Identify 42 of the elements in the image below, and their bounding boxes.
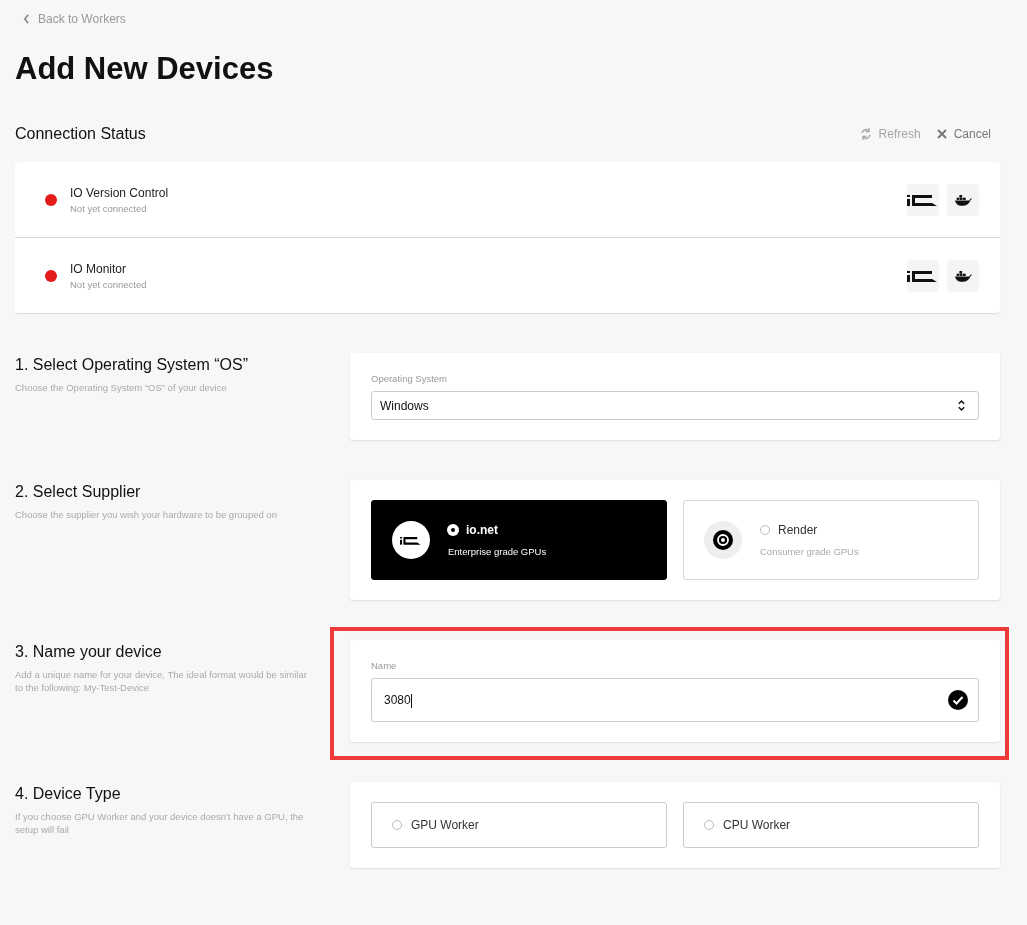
radio-button[interactable] <box>760 525 770 536</box>
step-description: Choose the Operating System “OS” of your device <box>15 382 228 395</box>
step-title: 1. Select Operating System “OS” <box>15 356 249 375</box>
radio-button[interactable] <box>704 820 714 831</box>
whale-icon <box>947 259 979 292</box>
step-title: 4. Device Type <box>15 785 122 804</box>
supplier-caption: Enterprise grade GPUs <box>448 546 547 558</box>
device-type-option[interactable]: GPU Worker <box>371 802 667 849</box>
section-heading: Connection Status <box>15 125 146 144</box>
supplier-name: io.net <box>466 523 498 538</box>
refresh-icon <box>859 128 872 141</box>
radio-button[interactable] <box>392 820 402 831</box>
name-input-field[interactable]: 3080 <box>371 678 979 723</box>
io-logo-icon <box>907 259 939 292</box>
step-description: If you choose GPU Worker and your device doesn't have a GPU, the setup will fail <box>15 811 305 837</box>
page-title: Add New Devices <box>15 50 275 88</box>
option-label: CPU Worker <box>723 818 791 833</box>
close-icon <box>936 129 947 140</box>
step-description: Choose the supplier you wish your hardware to be grouped on <box>15 509 278 522</box>
supplier-option[interactable]: io.net Enterprise grade GPUs <box>371 500 667 581</box>
option-label: GPU Worker <box>411 818 479 833</box>
device-type-option[interactable]: CPU Worker <box>683 802 979 849</box>
status-text: Not yet connected <box>70 278 148 290</box>
step-title: 2. Select Supplier <box>15 483 142 502</box>
step-title: 3. Name your device <box>15 643 163 662</box>
io-logo-icon <box>400 534 422 546</box>
io-logo-icon <box>907 183 939 216</box>
toolbar-button[interactable]: Cancel <box>936 127 991 142</box>
supplier-name: Render <box>778 523 818 538</box>
service-name: IO Monitor <box>70 261 127 276</box>
field-label: Name <box>371 660 398 672</box>
field-label: Operating System <box>371 373 449 385</box>
service-name: IO Version Control <box>70 185 170 200</box>
whale-icon <box>947 183 979 216</box>
supplier-caption: Consumer grade GPUs <box>760 546 859 558</box>
updown-caret-icon <box>957 399 966 413</box>
chevron-left-icon <box>23 14 30 24</box>
supplier-option[interactable]: Render Consumer grade GPUs <box>683 500 979 581</box>
status-text: Not yet connected <box>70 202 148 214</box>
step-description: Add a unique name for your device, The ideal format would be similar to the following: My-Test-Device <box>15 669 308 695</box>
ring-logo-icon <box>713 530 733 551</box>
os-select[interactable]: Windows <box>371 391 979 421</box>
